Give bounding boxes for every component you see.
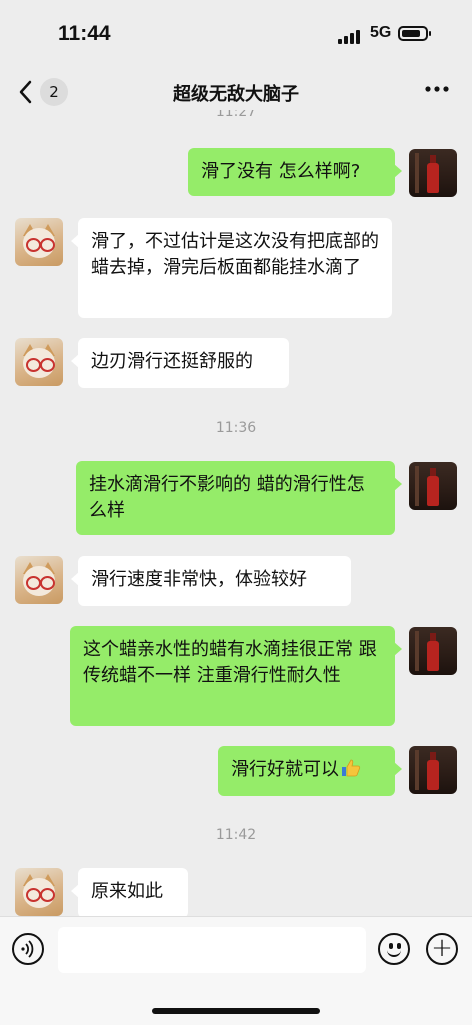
chat-header: 2 超级无敌大脑子: [0, 70, 472, 114]
plus-icon[interactable]: +: [426, 933, 458, 965]
message-bubble[interactable]: 原来如此: [71, 868, 188, 918]
voice-icon[interactable]: [12, 933, 44, 965]
timestamp: 11:27: [215, 110, 257, 120]
home-indicator: [152, 1008, 320, 1014]
message-bubble[interactable]: 滑行好就可以: [218, 746, 402, 796]
self-avatar[interactable]: [409, 149, 457, 197]
message-bubble[interactable]: 边刃滑行还挺舒服的: [71, 338, 289, 388]
self-avatar[interactable]: [409, 746, 457, 794]
contact-avatar[interactable]: [15, 868, 63, 916]
timestamp: 11:42: [215, 827, 257, 843]
self-avatar[interactable]: [409, 627, 457, 675]
message-bubble[interactable]: 滑了，不过估计是这次没有把底部的蜡去掉，滑完后板面都能挂水滴了: [71, 218, 392, 318]
message-bubble[interactable]: 滑了没有 怎么样啊?: [188, 148, 402, 196]
battery-icon: [398, 26, 431, 41]
chat-title: 超级无敌大脑子: [173, 84, 299, 105]
contact-avatar[interactable]: [15, 218, 63, 266]
emoji-icon[interactable]: [378, 933, 410, 965]
signal-icon: [338, 28, 364, 44]
message-input[interactable]: [58, 927, 366, 973]
message-text: 滑行好就可以: [231, 759, 339, 780]
contact-avatar[interactable]: [15, 556, 63, 604]
status-bar: 11:44 5G: [0, 0, 472, 70]
thumbs-up-icon: [342, 759, 361, 777]
message-bubble[interactable]: 这个蜡亲水性的蜡有水滴挂很正常 跟传统蜡不一样 注重滑行性耐久性: [70, 626, 402, 726]
timestamp: 11:36: [215, 420, 257, 436]
message-bubble[interactable]: 滑行速度非常快，体验较好: [71, 556, 351, 606]
status-time: 11:44: [58, 22, 111, 45]
contact-avatar[interactable]: [15, 338, 63, 386]
message-bubble[interactable]: 挂水滴滑行不影响的 蜡的滑行性怎么样: [76, 461, 402, 535]
network-label: 5G: [370, 24, 392, 41]
more-dots-icon[interactable]: [424, 76, 450, 108]
self-avatar[interactable]: [409, 462, 457, 510]
